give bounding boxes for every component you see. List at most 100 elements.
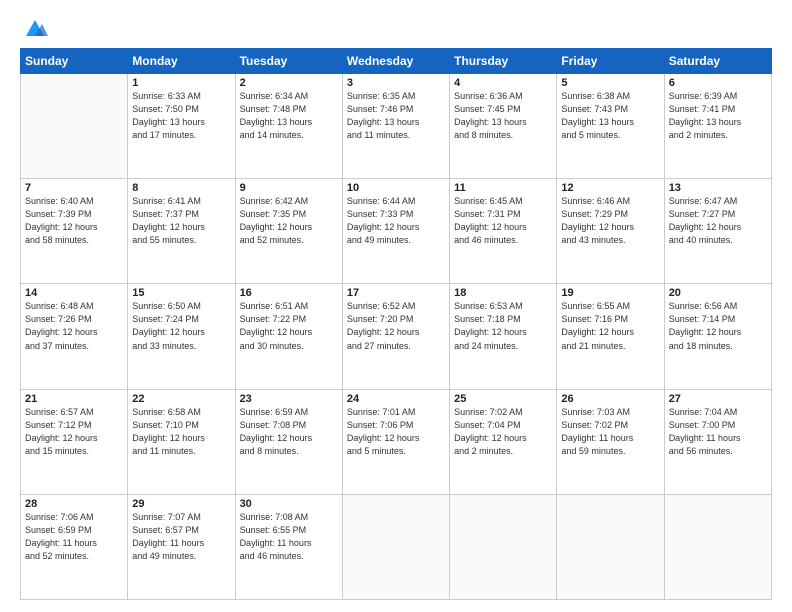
- calendar-cell: 2Sunrise: 6:34 AMSunset: 7:48 PMDaylight…: [235, 74, 342, 179]
- day-number: 22: [132, 393, 230, 405]
- day-info: Sunrise: 6:53 AMSunset: 7:18 PMDaylight:…: [454, 300, 552, 352]
- calendar-cell: 18Sunrise: 6:53 AMSunset: 7:18 PMDayligh…: [450, 284, 557, 389]
- calendar-cell: 12Sunrise: 6:46 AMSunset: 7:29 PMDayligh…: [557, 179, 664, 284]
- day-info: Sunrise: 6:57 AMSunset: 7:12 PMDaylight:…: [25, 406, 123, 458]
- calendar-cell: 9Sunrise: 6:42 AMSunset: 7:35 PMDaylight…: [235, 179, 342, 284]
- day-number: 15: [132, 287, 230, 299]
- day-info: Sunrise: 6:38 AMSunset: 7:43 PMDaylight:…: [561, 90, 659, 142]
- calendar-cell: [342, 494, 449, 599]
- calendar-cell: 1Sunrise: 6:33 AMSunset: 7:50 PMDaylight…: [128, 74, 235, 179]
- day-info: Sunrise: 6:48 AMSunset: 7:26 PMDaylight:…: [25, 300, 123, 352]
- calendar-week-row: 28Sunrise: 7:06 AMSunset: 6:59 PMDayligh…: [21, 494, 772, 599]
- day-number: 10: [347, 182, 445, 194]
- day-info: Sunrise: 6:55 AMSunset: 7:16 PMDaylight:…: [561, 300, 659, 352]
- day-number: 28: [25, 498, 123, 510]
- day-number: 5: [561, 77, 659, 89]
- day-info: Sunrise: 6:52 AMSunset: 7:20 PMDaylight:…: [347, 300, 445, 352]
- day-number: 19: [561, 287, 659, 299]
- day-number: 6: [669, 77, 767, 89]
- page: SundayMondayTuesdayWednesdayThursdayFrid…: [0, 0, 792, 612]
- calendar-cell: 3Sunrise: 6:35 AMSunset: 7:46 PMDaylight…: [342, 74, 449, 179]
- day-number: 3: [347, 77, 445, 89]
- day-number: 24: [347, 393, 445, 405]
- calendar-cell: 16Sunrise: 6:51 AMSunset: 7:22 PMDayligh…: [235, 284, 342, 389]
- day-number: 13: [669, 182, 767, 194]
- day-info: Sunrise: 6:41 AMSunset: 7:37 PMDaylight:…: [132, 195, 230, 247]
- calendar-cell: [450, 494, 557, 599]
- day-info: Sunrise: 7:01 AMSunset: 7:06 PMDaylight:…: [347, 406, 445, 458]
- calendar: SundayMondayTuesdayWednesdayThursdayFrid…: [20, 48, 772, 600]
- day-number: 25: [454, 393, 552, 405]
- calendar-week-row: 7Sunrise: 6:40 AMSunset: 7:39 PMDaylight…: [21, 179, 772, 284]
- calendar-week-row: 21Sunrise: 6:57 AMSunset: 7:12 PMDayligh…: [21, 389, 772, 494]
- day-info: Sunrise: 6:59 AMSunset: 7:08 PMDaylight:…: [240, 406, 338, 458]
- calendar-cell: 30Sunrise: 7:08 AMSunset: 6:55 PMDayligh…: [235, 494, 342, 599]
- calendar-cell: [557, 494, 664, 599]
- day-number: 20: [669, 287, 767, 299]
- day-info: Sunrise: 7:08 AMSunset: 6:55 PMDaylight:…: [240, 511, 338, 563]
- calendar-cell: 29Sunrise: 7:07 AMSunset: 6:57 PMDayligh…: [128, 494, 235, 599]
- calendar-cell: 25Sunrise: 7:02 AMSunset: 7:04 PMDayligh…: [450, 389, 557, 494]
- weekday-header: Wednesday: [342, 49, 449, 74]
- day-info: Sunrise: 7:03 AMSunset: 7:02 PMDaylight:…: [561, 406, 659, 458]
- calendar-cell: 27Sunrise: 7:04 AMSunset: 7:00 PMDayligh…: [664, 389, 771, 494]
- day-info: Sunrise: 6:58 AMSunset: 7:10 PMDaylight:…: [132, 406, 230, 458]
- calendar-cell: 21Sunrise: 6:57 AMSunset: 7:12 PMDayligh…: [21, 389, 128, 494]
- day-info: Sunrise: 6:51 AMSunset: 7:22 PMDaylight:…: [240, 300, 338, 352]
- day-number: 18: [454, 287, 552, 299]
- calendar-header-row: SundayMondayTuesdayWednesdayThursdayFrid…: [21, 49, 772, 74]
- day-number: 23: [240, 393, 338, 405]
- day-number: 1: [132, 77, 230, 89]
- calendar-cell: 8Sunrise: 6:41 AMSunset: 7:37 PMDaylight…: [128, 179, 235, 284]
- calendar-cell: 28Sunrise: 7:06 AMSunset: 6:59 PMDayligh…: [21, 494, 128, 599]
- calendar-cell: 24Sunrise: 7:01 AMSunset: 7:06 PMDayligh…: [342, 389, 449, 494]
- day-info: Sunrise: 6:40 AMSunset: 7:39 PMDaylight:…: [25, 195, 123, 247]
- day-number: 7: [25, 182, 123, 194]
- day-number: 26: [561, 393, 659, 405]
- calendar-cell: 26Sunrise: 7:03 AMSunset: 7:02 PMDayligh…: [557, 389, 664, 494]
- day-info: Sunrise: 6:46 AMSunset: 7:29 PMDaylight:…: [561, 195, 659, 247]
- day-info: Sunrise: 6:35 AMSunset: 7:46 PMDaylight:…: [347, 90, 445, 142]
- day-info: Sunrise: 6:45 AMSunset: 7:31 PMDaylight:…: [454, 195, 552, 247]
- day-number: 21: [25, 393, 123, 405]
- day-number: 16: [240, 287, 338, 299]
- day-info: Sunrise: 6:50 AMSunset: 7:24 PMDaylight:…: [132, 300, 230, 352]
- calendar-cell: 11Sunrise: 6:45 AMSunset: 7:31 PMDayligh…: [450, 179, 557, 284]
- calendar-cell: 19Sunrise: 6:55 AMSunset: 7:16 PMDayligh…: [557, 284, 664, 389]
- day-info: Sunrise: 6:42 AMSunset: 7:35 PMDaylight:…: [240, 195, 338, 247]
- day-info: Sunrise: 6:36 AMSunset: 7:45 PMDaylight:…: [454, 90, 552, 142]
- day-number: 17: [347, 287, 445, 299]
- calendar-week-row: 14Sunrise: 6:48 AMSunset: 7:26 PMDayligh…: [21, 284, 772, 389]
- calendar-cell: 23Sunrise: 6:59 AMSunset: 7:08 PMDayligh…: [235, 389, 342, 494]
- calendar-cell: 7Sunrise: 6:40 AMSunset: 7:39 PMDaylight…: [21, 179, 128, 284]
- day-info: Sunrise: 7:06 AMSunset: 6:59 PMDaylight:…: [25, 511, 123, 563]
- weekday-header: Friday: [557, 49, 664, 74]
- day-info: Sunrise: 7:07 AMSunset: 6:57 PMDaylight:…: [132, 511, 230, 563]
- day-number: 11: [454, 182, 552, 194]
- day-info: Sunrise: 6:44 AMSunset: 7:33 PMDaylight:…: [347, 195, 445, 247]
- day-info: Sunrise: 6:33 AMSunset: 7:50 PMDaylight:…: [132, 90, 230, 142]
- day-number: 12: [561, 182, 659, 194]
- logo: [20, 18, 50, 40]
- day-number: 14: [25, 287, 123, 299]
- calendar-cell: [21, 74, 128, 179]
- calendar-cell: 20Sunrise: 6:56 AMSunset: 7:14 PMDayligh…: [664, 284, 771, 389]
- day-info: Sunrise: 7:04 AMSunset: 7:00 PMDaylight:…: [669, 406, 767, 458]
- day-number: 4: [454, 77, 552, 89]
- weekday-header: Monday: [128, 49, 235, 74]
- calendar-cell: [664, 494, 771, 599]
- weekday-header: Thursday: [450, 49, 557, 74]
- calendar-cell: 13Sunrise: 6:47 AMSunset: 7:27 PMDayligh…: [664, 179, 771, 284]
- weekday-header: Tuesday: [235, 49, 342, 74]
- calendar-cell: 22Sunrise: 6:58 AMSunset: 7:10 PMDayligh…: [128, 389, 235, 494]
- day-info: Sunrise: 6:39 AMSunset: 7:41 PMDaylight:…: [669, 90, 767, 142]
- day-info: Sunrise: 6:56 AMSunset: 7:14 PMDaylight:…: [669, 300, 767, 352]
- day-number: 9: [240, 182, 338, 194]
- logo-icon: [22, 18, 48, 40]
- day-info: Sunrise: 7:02 AMSunset: 7:04 PMDaylight:…: [454, 406, 552, 458]
- calendar-cell: 10Sunrise: 6:44 AMSunset: 7:33 PMDayligh…: [342, 179, 449, 284]
- calendar-cell: 14Sunrise: 6:48 AMSunset: 7:26 PMDayligh…: [21, 284, 128, 389]
- day-number: 27: [669, 393, 767, 405]
- day-number: 29: [132, 498, 230, 510]
- header: [20, 18, 772, 40]
